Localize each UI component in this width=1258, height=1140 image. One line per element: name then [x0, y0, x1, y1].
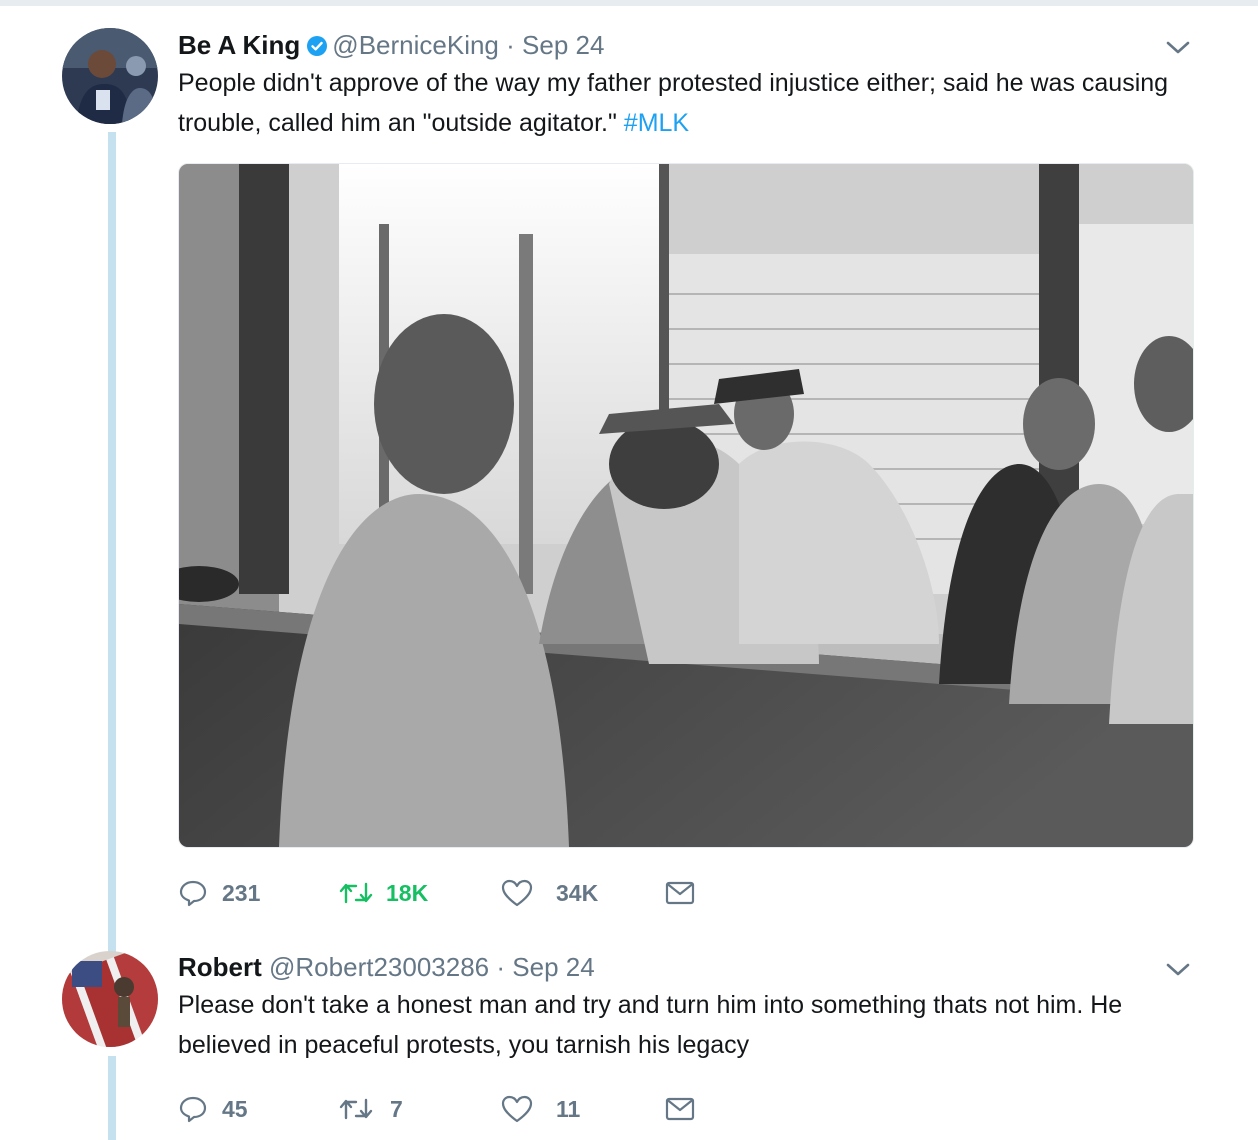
direct-message-icon — [664, 878, 696, 908]
tweet-text: People didn't approve of the way my fath… — [178, 63, 1178, 143]
reply-icon — [178, 878, 208, 908]
like-icon — [500, 878, 534, 908]
tweet-photo[interactable] — [178, 163, 1194, 848]
direct-message-button[interactable] — [664, 873, 696, 913]
reply-count: 231 — [222, 879, 261, 906]
retweet-button[interactable]: 18K — [336, 873, 428, 913]
reply-button[interactable]: 45 — [178, 1089, 248, 1129]
separator-dot: · — [496, 952, 506, 982]
chevron-down-icon[interactable] — [1164, 960, 1192, 980]
like-icon — [500, 1094, 534, 1124]
like-button[interactable]: 11 — [500, 1089, 580, 1129]
retweet-button[interactable]: 7 — [336, 1089, 403, 1129]
retweet-count: 18K — [386, 879, 429, 906]
reply-count: 45 — [222, 1095, 248, 1122]
like-count: 11 — [556, 1095, 581, 1122]
author-handle[interactable]: @Robert23003286 — [269, 952, 489, 982]
reply-button[interactable]: 231 — [178, 873, 260, 913]
avatar-be-a-king[interactable] — [62, 28, 158, 124]
author-handle[interactable]: @BerniceKing — [332, 30, 499, 60]
retweet-icon — [336, 878, 376, 908]
tweet-text-content: Please don't take a honest man and try a… — [178, 991, 1123, 1059]
tweet-header: Be A King @BerniceKing · Sep 24 — [178, 30, 604, 63]
hashtag-link[interactable]: #MLK — [624, 109, 689, 137]
direct-message-button[interactable] — [664, 1089, 696, 1129]
reply-icon — [178, 1094, 208, 1124]
tweet-actions: 231 18K 34K — [178, 873, 738, 913]
verified-badge-icon — [306, 33, 328, 63]
thread-line — [108, 132, 116, 952]
author-name[interactable]: Robert — [178, 952, 262, 982]
tweet-header: Robert @Robert23003286 · Sep 24 — [178, 952, 595, 982]
author-name[interactable]: Be A King — [178, 30, 300, 60]
tweet-text: Please don't take a honest man and try a… — [178, 985, 1178, 1065]
chevron-down-icon[interactable] — [1164, 38, 1192, 58]
tweet-date[interactable]: Sep 24 — [512, 952, 594, 982]
retweet-count: 7 — [390, 1095, 403, 1122]
like-count: 34K — [556, 879, 599, 906]
tweet-actions: 45 7 11 — [178, 1089, 738, 1129]
top-border — [0, 0, 1258, 6]
avatar-robert[interactable] — [62, 951, 158, 1047]
tweet-date[interactable]: Sep 24 — [522, 30, 604, 60]
direct-message-icon — [664, 1094, 696, 1124]
retweet-icon — [336, 1094, 376, 1124]
like-button[interactable]: 34K — [500, 873, 598, 913]
thread-line — [108, 1056, 116, 1140]
separator-dot: · — [506, 30, 515, 60]
